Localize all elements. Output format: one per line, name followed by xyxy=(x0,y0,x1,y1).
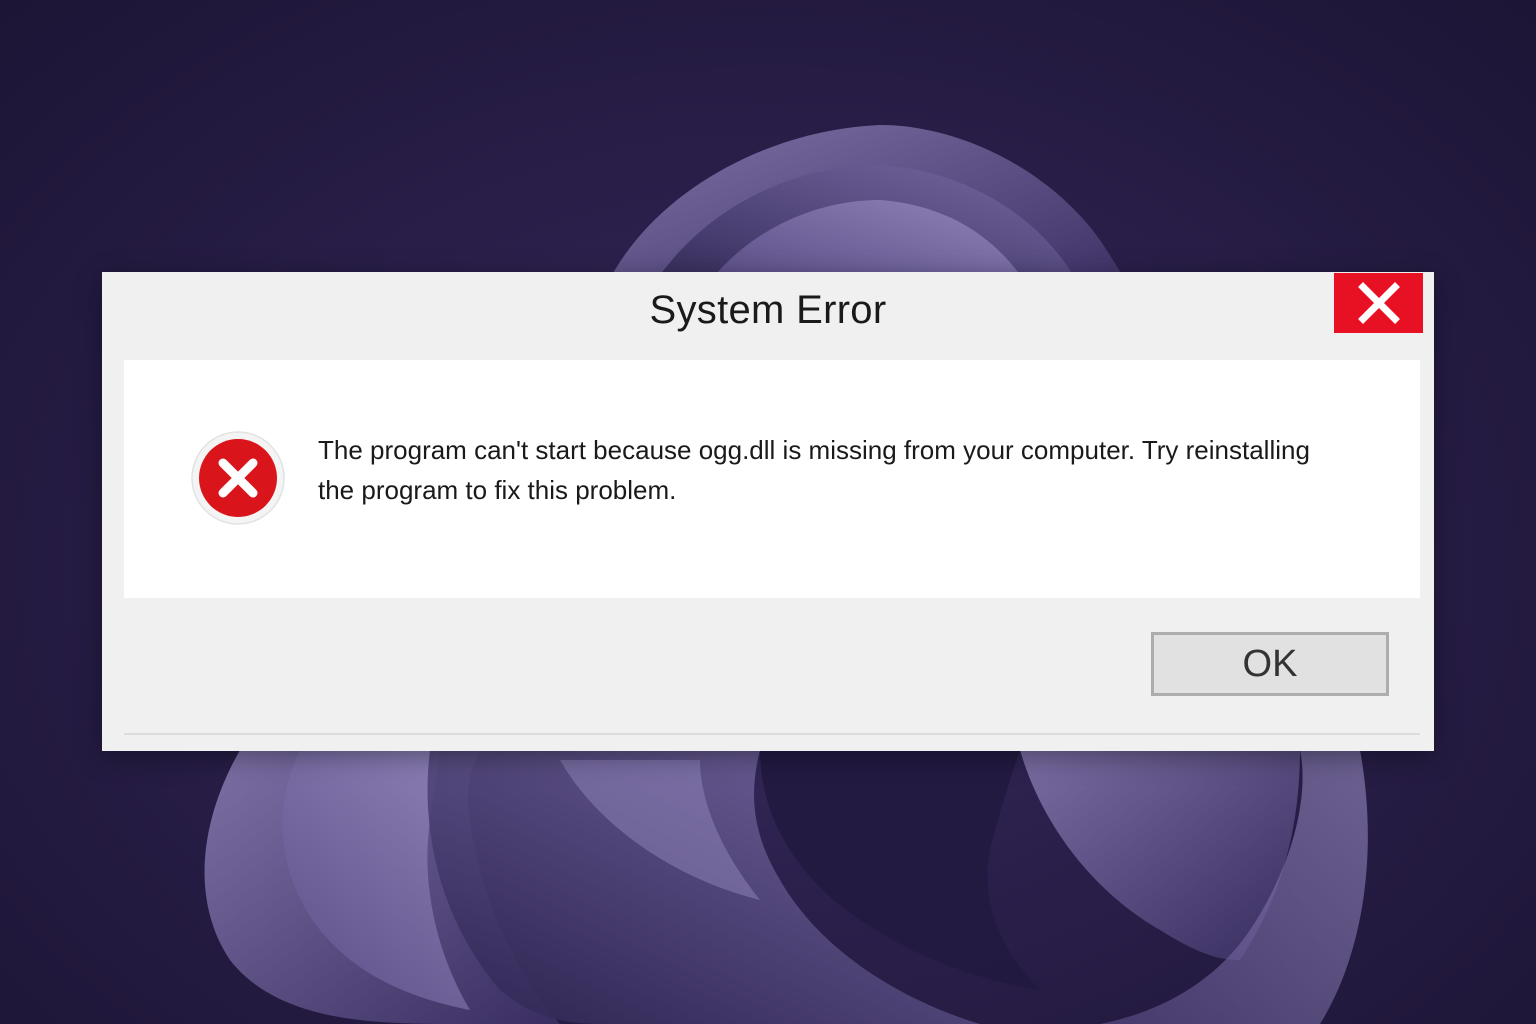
dialog-footer: OK xyxy=(124,598,1420,735)
dialog-title: System Error xyxy=(649,288,887,332)
error-message: The program can't start because ogg.dll … xyxy=(318,435,1310,505)
ok-button[interactable]: OK xyxy=(1151,632,1389,696)
close-icon xyxy=(1357,282,1400,324)
close-button[interactable] xyxy=(1334,273,1423,333)
error-icon xyxy=(191,431,285,525)
dialog-titlebar: System Error xyxy=(102,272,1434,358)
dialog-content: The program can't start because ogg.dll … xyxy=(124,360,1420,598)
system-error-dialog: System Error The program can't start bec… xyxy=(102,272,1434,751)
